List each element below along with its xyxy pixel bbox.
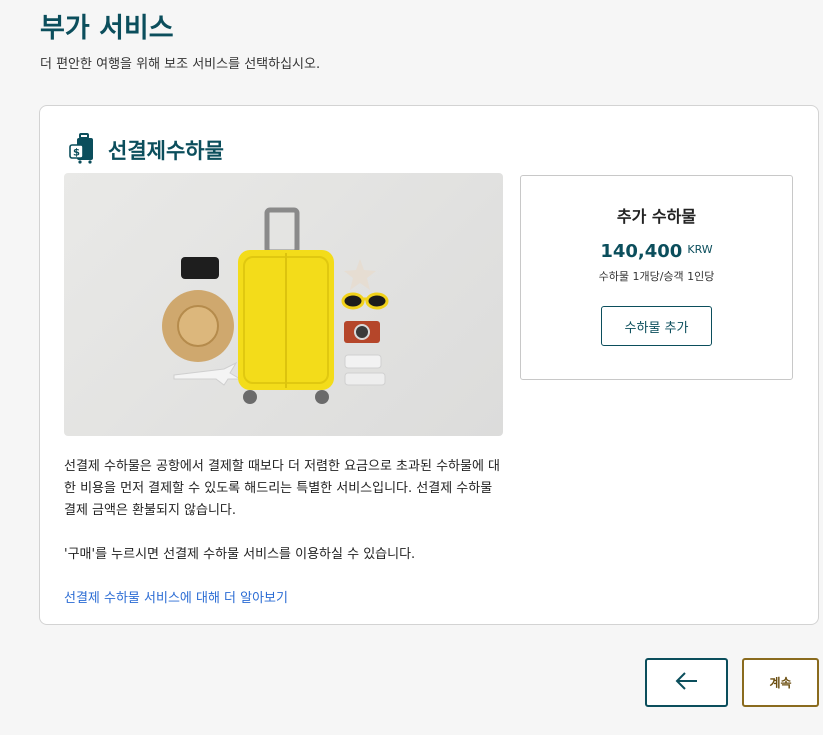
page-subtitle: 더 편안한 여행을 위해 보조 서비스를 선택하십시오. <box>40 57 321 72</box>
extra-baggage-offer: 추가 수하물 140,400 KRW 수하물 1개당/승객 1인당 수하물 추가 <box>520 175 793 380</box>
svg-text:$: $ <box>73 148 80 159</box>
price-note: 수하물 1개당/승객 1인당 <box>598 270 715 283</box>
add-baggage-button[interactable]: 수하물 추가 <box>601 306 712 346</box>
offer-title: 추가 수하물 <box>616 207 697 226</box>
page-title: 부가 서비스 <box>40 13 174 44</box>
card-title: 선결제수하물 <box>108 139 224 163</box>
learn-more-link[interactable]: 선결제 수하물 서비스에 대해 더 알아보기 <box>64 587 288 606</box>
back-button[interactable] <box>645 658 728 707</box>
prepaid-baggage-card: $ 선결제수하물 선결제 수하물은 공항에서 결제할 때보다 더 저렴한 요금으… <box>39 105 819 625</box>
description-paragraph: '구매'를 누르시면 선결제 수하물 서비스를 이용하실 수 있습니다. <box>64 547 416 562</box>
service-description: 선결제 수하물은 공항에서 결제할 때보다 더 저렴한 요금으로 초과된 수하물… <box>64 456 504 566</box>
offer-currency: KRW <box>687 243 713 256</box>
luggage-payment-icon: $ <box>68 132 98 168</box>
luggage-photo <box>64 173 503 436</box>
continue-button[interactable]: 계속 <box>742 658 819 707</box>
offer-price: 140,400 <box>600 241 683 262</box>
description-paragraph: 선결제 수하물은 공항에서 결제할 때보다 더 저렴한 요금으로 초과된 수하물… <box>64 459 501 518</box>
card-header: $ 선결제수하물 <box>68 132 224 168</box>
arrow-left-icon <box>674 671 700 695</box>
price-row: 140,400 KRW <box>521 241 792 262</box>
